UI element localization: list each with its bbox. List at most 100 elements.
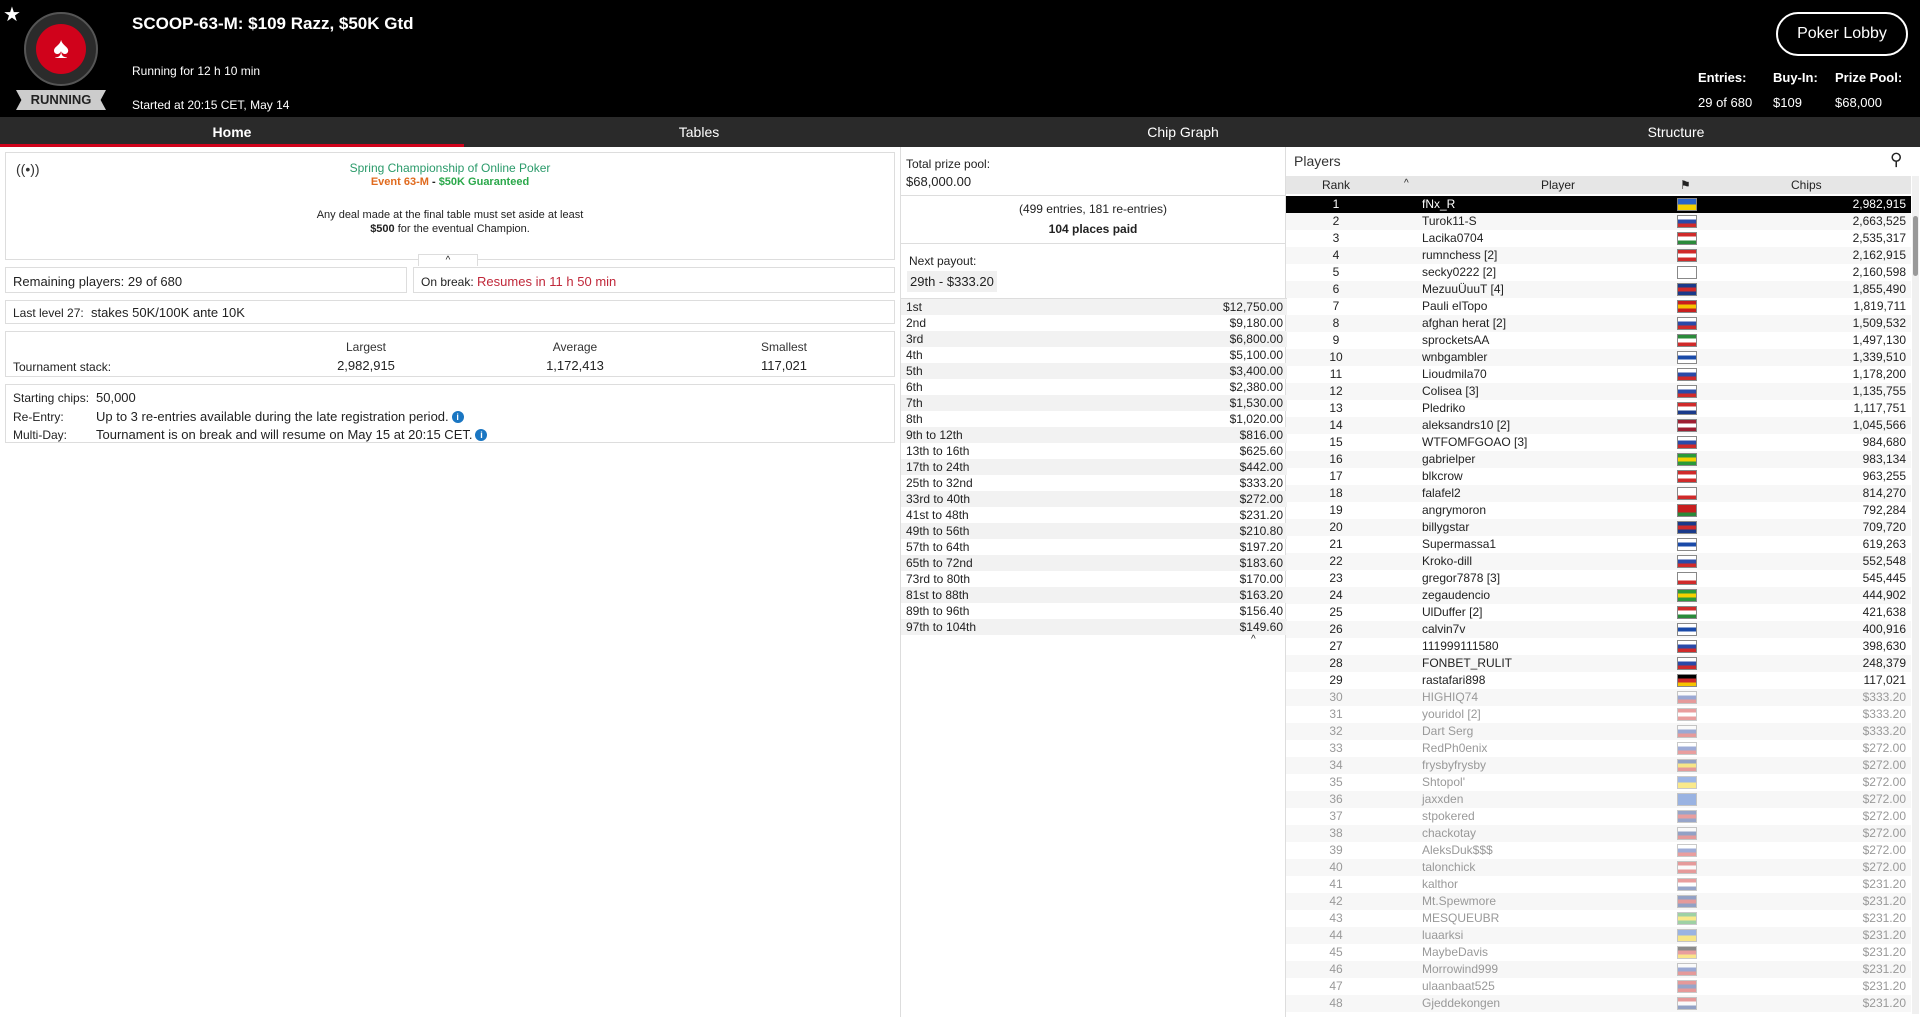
- player-row[interactable]: 15 WTFOMFGOAO [3] 984,680: [1286, 434, 1911, 451]
- flag-column-icon[interactable]: ⚑: [1680, 178, 1691, 192]
- collapse-info-button[interactable]: ^: [418, 254, 478, 266]
- player-row[interactable]: 26 calvin7v 400,916: [1286, 621, 1911, 638]
- player-row[interactable]: 6 MezuuÜuuT [4] 1,855,490: [1286, 281, 1911, 298]
- player-row[interactable]: 16 gabrielper 983,134: [1286, 451, 1911, 468]
- tab-structure[interactable]: Structure: [1432, 117, 1920, 147]
- player-name: Turok11-S: [1422, 214, 1477, 228]
- sort-ascending-icon[interactable]: ^: [1404, 178, 1409, 189]
- player-row[interactable]: 7 Pauli elTopo 1,819,711: [1286, 298, 1911, 315]
- player-chips: 1,045,566: [1852, 418, 1906, 432]
- payout-amount: $183.60: [1239, 556, 1283, 570]
- player-column-header[interactable]: Player: [1541, 178, 1575, 192]
- payout-amount: $12,750.00: [1222, 300, 1283, 314]
- player-row[interactable]: 10 wnbgambler 1,339,510: [1286, 349, 1911, 366]
- player-row[interactable]: 23 gregor7878 [3] 545,445: [1286, 570, 1911, 587]
- player-row[interactable]: 34 frysbyfrysby $272.00: [1286, 757, 1911, 774]
- payout-place: 49th to 56th: [906, 524, 970, 538]
- player-row[interactable]: 1 fNx_R 2,982,915: [1286, 196, 1911, 213]
- starting-chips-row: Starting chips: 50,000: [13, 390, 136, 405]
- player-row[interactable]: 40 talonchick $272.00: [1286, 859, 1911, 876]
- player-row[interactable]: 33 RedPh0enix $272.00: [1286, 740, 1911, 757]
- rank-column-header[interactable]: Rank: [1322, 178, 1350, 192]
- player-rank: 22: [1329, 554, 1343, 568]
- player-chips: 984,680: [1862, 435, 1906, 449]
- player-row[interactable]: 4 rumnchess [2] 2,162,915: [1286, 247, 1911, 264]
- player-row[interactable]: 2 Turok11-S 2,663,525: [1286, 213, 1911, 230]
- player-row[interactable]: 45 MaybeDavis $231.20: [1286, 944, 1911, 961]
- prizepool-label: Prize Pool:: [1835, 70, 1903, 85]
- player-row[interactable]: 37 stpokered $272.00: [1286, 808, 1911, 825]
- country-flag-icon: [1677, 555, 1697, 568]
- payout-amount: $149.60: [1239, 620, 1283, 634]
- player-row[interactable]: 30 HIGHIQ74 $333.20: [1286, 689, 1911, 706]
- country-flag-icon: [1677, 929, 1697, 942]
- tab-chip-graph[interactable]: Chip Graph: [934, 117, 1432, 147]
- player-row[interactable]: 20 billygstar 709,720: [1286, 519, 1911, 536]
- player-rank: 29: [1329, 673, 1343, 687]
- player-name: wnbgambler: [1422, 350, 1488, 364]
- player-name: chackotay: [1422, 826, 1477, 840]
- player-row[interactable]: 8 afghan herat [2] 1,509,532: [1286, 315, 1911, 332]
- player-row[interactable]: 12 Colisea [3] 1,135,755: [1286, 383, 1911, 400]
- divider: [901, 195, 1285, 196]
- player-row[interactable]: 5 secky0222 [2] 2,160,598: [1286, 264, 1911, 281]
- player-row[interactable]: 47 ulaanbaat525 $231.20: [1286, 978, 1911, 995]
- player-row[interactable]: 36 jaxxden $272.00: [1286, 791, 1911, 808]
- player-name: Kroko-dill: [1422, 554, 1473, 568]
- country-flag-icon: [1677, 606, 1697, 619]
- player-row[interactable]: 27 111999111580 398,630: [1286, 638, 1911, 655]
- player-row[interactable]: 18 falafel2 814,270: [1286, 485, 1911, 502]
- player-row[interactable]: 43 MESQUEUBR $231.20: [1286, 910, 1911, 927]
- player-chips: $231.20: [1862, 894, 1906, 908]
- on-break-value: Resumes in 11 h 50 min: [477, 274, 617, 289]
- player-row[interactable]: 38 chackotay $272.00: [1286, 825, 1911, 842]
- tab-tables[interactable]: Tables: [464, 117, 934, 147]
- remaining-players: Remaining players: 29 of 680: [5, 267, 407, 293]
- player-name: Colisea [3]: [1422, 384, 1479, 398]
- payout-row: 3rd $6,800.00: [901, 331, 1287, 347]
- player-chips: $272.00: [1862, 826, 1906, 840]
- player-rank: 27: [1329, 639, 1343, 653]
- player-row[interactable]: 25 UlDuffer [2] 421,638: [1286, 604, 1911, 621]
- player-row[interactable]: 3 Lacika0704 2,535,317: [1286, 230, 1911, 247]
- payout-row: 1st $12,750.00: [901, 299, 1287, 315]
- player-row[interactable]: 31 youridol [2] $333.20: [1286, 706, 1911, 723]
- player-row[interactable]: 29 rastafari898 117,021: [1286, 672, 1911, 689]
- payout-amount: $816.00: [1239, 428, 1283, 442]
- prizepool-value: $68,000: [1835, 95, 1882, 110]
- player-row[interactable]: 39 AleksDuk$$$ $272.00: [1286, 842, 1911, 859]
- player-row[interactable]: 28 FONBET_RULIT 248,379: [1286, 655, 1911, 672]
- info-icon[interactable]: i: [475, 429, 488, 441]
- player-row[interactable]: 46 Morrowind999 $231.20: [1286, 961, 1911, 978]
- player-row[interactable]: 48 Gjeddekongen $231.20: [1286, 995, 1911, 1012]
- payout-amount: $2,380.00: [1229, 380, 1283, 394]
- chips-column-header[interactable]: Chips: [1791, 178, 1822, 192]
- player-row[interactable]: 19 angrymoron 792,284: [1286, 502, 1911, 519]
- player-row[interactable]: 14 aleksandrs10 [2] 1,045,566: [1286, 417, 1911, 434]
- info-icon[interactable]: i: [451, 411, 464, 423]
- scroll-thumb[interactable]: [1913, 216, 1918, 276]
- player-row[interactable]: 35 Shtopol' $272.00: [1286, 774, 1911, 791]
- player-row[interactable]: 32 Dart Serg $333.20: [1286, 723, 1911, 740]
- player-chips: 2,982,915: [1852, 197, 1906, 211]
- payout-amount: $442.00: [1239, 460, 1283, 474]
- player-rank: 2: [1332, 214, 1340, 228]
- player-row[interactable]: 41 kalthor $231.20: [1286, 876, 1911, 893]
- player-row[interactable]: 17 blkcrow 963,255: [1286, 468, 1911, 485]
- player-row[interactable]: 42 Mt.Spewmore $231.20: [1286, 893, 1911, 910]
- country-flag-icon: [1677, 674, 1697, 687]
- tab-home[interactable]: Home: [0, 117, 464, 147]
- player-row[interactable]: 11 Lioudmila70 1,178,200: [1286, 366, 1911, 383]
- player-row[interactable]: 9 sprocketsAA 1,497,130: [1286, 332, 1911, 349]
- poker-lobby-button[interactable]: Poker Lobby: [1776, 12, 1908, 56]
- search-icon[interactable]: ⚲: [1890, 150, 1902, 170]
- collapse-payouts-icon[interactable]: ^: [1251, 634, 1256, 645]
- player-row[interactable]: 24 zegaudencio 444,902: [1286, 587, 1911, 604]
- player-chips: 1,178,200: [1852, 367, 1906, 381]
- player-row[interactable]: 13 Pledriko 1,117,751: [1286, 400, 1911, 417]
- player-row[interactable]: 21 Supermassa1 619,263: [1286, 536, 1911, 553]
- player-row[interactable]: 44 luaarksi $231.20: [1286, 927, 1911, 944]
- players-scrollbar[interactable]: [1912, 176, 1919, 1014]
- player-row[interactable]: 22 Kroko-dill 552,548: [1286, 553, 1911, 570]
- player-rank: 39: [1329, 843, 1343, 857]
